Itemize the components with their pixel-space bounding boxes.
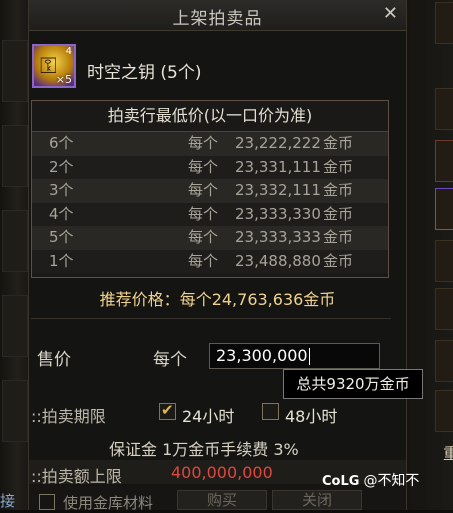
- background-slot: [435, 340, 453, 382]
- auction-limit-label: ::拍卖额上限: [31, 467, 122, 486]
- row-price: 23,222,222: [235, 134, 321, 152]
- text-caret: [308, 348, 310, 365]
- row-quantity: 5个: [49, 228, 74, 246]
- table-row: 3个 每个 23,332,111 金币: [32, 179, 388, 203]
- row-per-label: 每个: [188, 251, 219, 270]
- close-icon[interactable]: ✕: [383, 3, 398, 24]
- row-price: 23,332,111: [235, 181, 321, 199]
- row-unit: 金币: [323, 228, 354, 246]
- sell-price-input[interactable]: 23,300,000: [209, 343, 380, 369]
- row-price: 23,331,111: [235, 157, 321, 176]
- period-48h-label[interactable]: 48小时: [285, 403, 337, 427]
- side-text: 重: [443, 444, 453, 463]
- item-stack-count: ×5: [55, 73, 72, 86]
- recommended-price-value: 每个24,763,636金币: [179, 290, 336, 309]
- auction-period-label: ::拍卖期限: [31, 407, 106, 426]
- row-per-label: 每个: [188, 204, 219, 223]
- background-slot: [2, 125, 28, 187]
- background-slot: [435, 288, 453, 330]
- row-price: 23,488,880: [235, 251, 321, 270]
- background-slot: [435, 188, 453, 230]
- background-right-panel: [405, 0, 453, 510]
- item-name: 时空之钥 (5个): [87, 63, 202, 83]
- period-48h-checkbox[interactable]: [262, 403, 279, 420]
- row-quantity: 2个: [49, 157, 74, 176]
- key-glyph-icon: ⚿: [40, 54, 57, 79]
- deposit-fee-text: 保证金 1万金币手续费 3%: [109, 440, 299, 459]
- total-price-tooltip: 总共9320万金币: [283, 369, 423, 399]
- period-24h-checkbox[interactable]: [159, 401, 176, 420]
- row-unit: 金币: [323, 204, 354, 223]
- background-slot: [2, 40, 28, 102]
- dialog-title: 上架拍卖品: [172, 9, 263, 29]
- use-vault-material-checkbox[interactable]: [39, 494, 55, 510]
- auction-limit-value: 400,000,000: [171, 463, 273, 482]
- row-per-label: 每个: [188, 134, 219, 152]
- background-slot: [435, 2, 453, 44]
- period-24h-label[interactable]: 24小时: [182, 403, 234, 427]
- close-button[interactable]: 关闭: [272, 490, 362, 510]
- row-per-label: 每个: [188, 181, 219, 199]
- lowest-price-table: 拍卖行最低价(以一口价为准) 6个 每个 23,222,222 金币 2个 每个 23,33…: [31, 100, 389, 278]
- background-slot: [435, 140, 453, 182]
- table-row: 4个 每个 23,333,330 金币: [32, 202, 388, 226]
- auction-listing-dialog: 上架拍卖品 ✕ ⚿ 4 ×5 时空之钥 (5个) 拍卖行最低价(以一口价为准) …: [28, 0, 407, 512]
- row-unit: 金币: [323, 134, 354, 152]
- row-price: 23,333,333: [235, 228, 321, 246]
- table-row: 6个 每个 23,222,222 金币: [32, 132, 388, 156]
- row-price: 23,333,330: [235, 204, 321, 223]
- table-row: 2个 每个 23,331,111 金币: [32, 155, 388, 179]
- row-quantity: 6个: [49, 134, 74, 152]
- row-quantity: 1个: [49, 251, 74, 270]
- sell-per-label: 每个: [153, 350, 187, 370]
- row-unit: 金币: [323, 251, 354, 270]
- dialog-titlebar[interactable]: 上架拍卖品 ✕: [29, 0, 406, 31]
- background-slot: [435, 390, 453, 432]
- price-table-title: 拍卖行最低价(以一口价为准): [32, 101, 388, 132]
- item-stack-top: 4: [65, 46, 72, 57]
- row-per-label: 每个: [188, 228, 219, 246]
- background-slot: [2, 295, 28, 357]
- row-unit: 金币: [323, 181, 354, 199]
- background-slot: [435, 88, 453, 130]
- recommended-price: 推荐价格：每个24,763,636金币: [29, 286, 406, 310]
- row-per-label: 每个: [188, 157, 219, 176]
- divider: [31, 318, 391, 319]
- row-unit: 金币: [323, 157, 354, 176]
- watermark-brand: CoLG: [322, 474, 360, 489]
- recommended-price-label: 推荐价格：: [99, 290, 180, 309]
- side-text-left: 接: [0, 492, 16, 510]
- background-slot: [435, 240, 453, 282]
- sell-price-label: 售价: [37, 350, 71, 370]
- background-slot: [2, 380, 28, 442]
- buy-button[interactable]: 购买: [177, 490, 267, 510]
- row-quantity: 3个: [49, 181, 74, 199]
- watermark-text: @不知不: [363, 473, 420, 489]
- background-slot: [2, 210, 28, 272]
- table-row: 5个 每个 23,333,333 金币: [32, 226, 388, 250]
- table-row: 1个 每个 23,488,880 金币: [32, 249, 388, 273]
- sell-price-value: 23,300,000: [216, 346, 308, 365]
- golden-key-icon[interactable]: ⚿ 4 ×5: [32, 44, 76, 88]
- background-left-panel: [0, 0, 28, 510]
- watermark: CoLG @不知不: [322, 470, 419, 490]
- row-quantity: 4个: [49, 204, 74, 223]
